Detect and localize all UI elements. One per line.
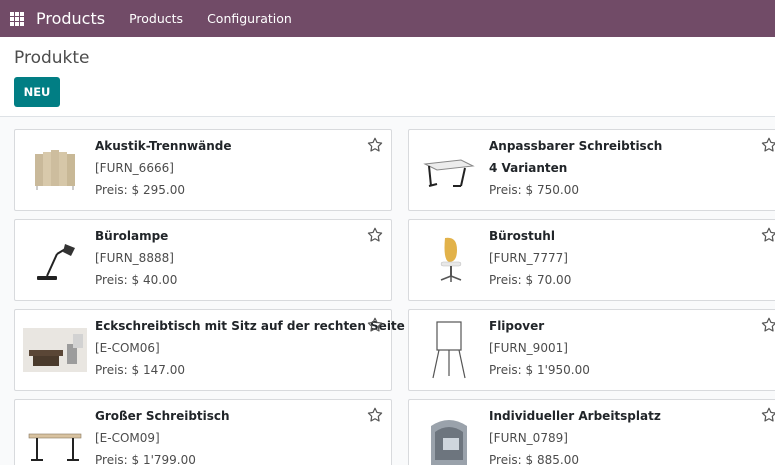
product-card[interactable]: Bürostuhl [FURN_7777] Preis: $ 70.00	[408, 219, 775, 301]
product-card[interactable]: Bürolampe [FURN_8888] Preis: $ 40.00	[14, 219, 392, 301]
product-name: Eckschreibtisch mit Sitz auf der rechten…	[95, 319, 405, 333]
product-card[interactable]: Eckschreibtisch mit Sitz auf der rechten…	[14, 309, 405, 391]
product-price: Preis: $ 40.00	[95, 273, 178, 287]
product-card[interactable]: Anpassbarer Schreibtisch 4 Varianten Pre…	[408, 129, 775, 211]
control-panel: Produkte NEU	[0, 37, 775, 117]
product-price: Preis: $ 750.00	[489, 183, 579, 197]
product-card[interactable]: Flipover [FURN_9001] Preis: $ 1'950.00	[408, 309, 775, 391]
page-title: Produkte	[14, 48, 90, 68]
top-navbar: Products Products Configuration	[0, 0, 775, 37]
kanban-view: Akustik-Trennwände [FURN_6666] Preis: $ …	[0, 117, 775, 465]
menu-configuration[interactable]: Configuration	[207, 11, 292, 26]
product-reference: [FURN_8888]	[95, 251, 174, 265]
product-card[interactable]: Individueller Arbeitsplatz [FURN_0789] P…	[408, 399, 775, 465]
product-card[interactable]: Akustik-Trennwände [FURN_6666] Preis: $ …	[14, 129, 392, 211]
star-icon[interactable]	[366, 136, 384, 154]
app-name[interactable]: Products	[36, 9, 105, 28]
star-icon[interactable]	[760, 406, 775, 424]
new-button[interactable]: NEU	[14, 77, 60, 107]
lamp-image	[23, 228, 87, 292]
product-reference: [FURN_6666]	[95, 161, 174, 175]
product-name: Bürostuhl	[489, 229, 555, 243]
desk-image	[417, 138, 481, 202]
product-price: Preis: $ 295.00	[95, 183, 185, 197]
menu-products[interactable]: Products	[129, 11, 183, 26]
product-name: Flipover	[489, 319, 545, 333]
product-name: Anpassbarer Schreibtisch	[489, 139, 663, 153]
product-reference: [E-COM09]	[95, 431, 160, 445]
product-name: Bürolampe	[95, 229, 169, 243]
product-name: Akustik-Trennwände	[95, 139, 232, 153]
star-icon[interactable]	[760, 226, 775, 244]
apps-grid-icon[interactable]	[10, 11, 24, 26]
corner-desk-image	[23, 318, 87, 382]
star-icon[interactable]	[366, 406, 384, 424]
star-icon[interactable]	[760, 136, 775, 154]
star-icon[interactable]	[366, 316, 384, 334]
product-reference: [FURN_9001]	[489, 341, 568, 355]
product-reference: [FURN_0789]	[489, 431, 568, 445]
flipchart-image	[417, 318, 481, 382]
workstation-image	[417, 408, 481, 465]
product-reference: [FURN_7777]	[489, 251, 568, 265]
product-price: Preis: $ 147.00	[95, 363, 185, 377]
star-icon[interactable]	[760, 316, 775, 334]
product-name: Großer Schreibtisch	[95, 409, 230, 423]
product-price: Preis: $ 885.00	[489, 453, 579, 465]
product-price: Preis: $ 1'799.00	[95, 453, 196, 465]
product-price: Preis: $ 1'950.00	[489, 363, 590, 377]
acoustic-panel-image	[23, 138, 87, 202]
product-price: Preis: $ 70.00	[489, 273, 572, 287]
chair-image	[417, 228, 481, 292]
product-name: Individueller Arbeitsplatz	[489, 409, 661, 423]
star-icon[interactable]	[366, 226, 384, 244]
product-variants: 4 Varianten	[489, 161, 568, 175]
product-reference: [E-COM06]	[95, 341, 160, 355]
product-card[interactable]: Großer Schreibtisch [E-COM09] Preis: $ 1…	[14, 399, 392, 465]
large-desk-image	[23, 408, 87, 465]
